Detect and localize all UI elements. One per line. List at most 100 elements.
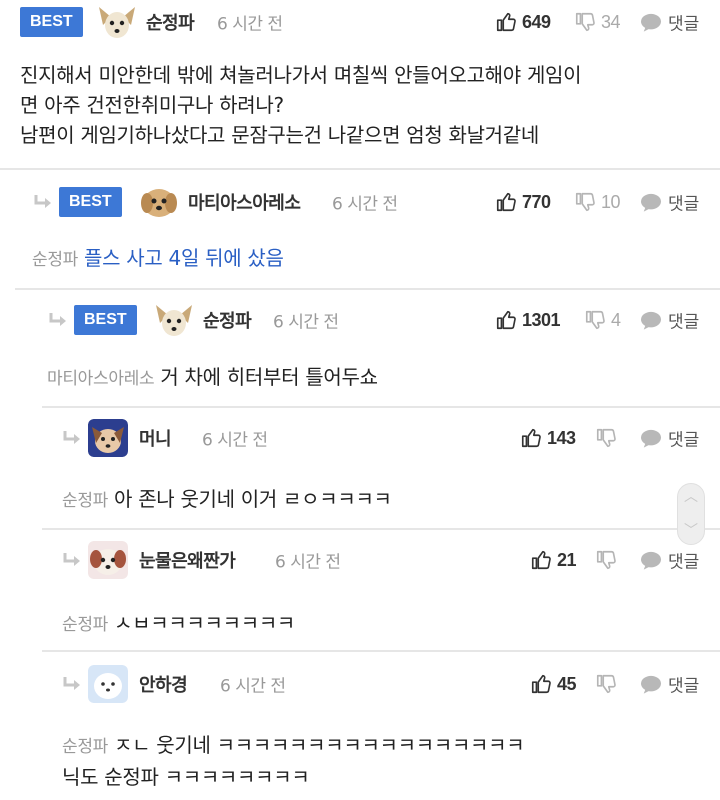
timestamp: 6 시간 전 [220, 676, 286, 697]
comment-item: BEST 마티아스아레소 6 시간 전 770 10 댓글 순정파 플스 사고 4… [0, 168, 720, 288]
upvote-count: 649 [522, 11, 551, 32]
avatar[interactable] [97, 3, 137, 41]
comment-text: ㅈㄴ 웃기네 ㅋㅋㅋㅋㅋㅋㅋㅋㅋㅋㅋㅋㅋㅋㅋㅋㅋ [114, 733, 525, 757]
comment-text: 플스 사고 4일 뒤에 샀음 [84, 246, 284, 270]
avatar[interactable] [88, 419, 128, 457]
thumbs-down-icon [595, 673, 617, 695]
reply-target[interactable]: 순정파 [62, 615, 108, 635]
reply-arrow-icon [33, 194, 53, 210]
avatar[interactable] [88, 665, 128, 703]
best-badge: BEST [20, 7, 83, 37]
author-name[interactable]: 안하경 [139, 671, 188, 697]
downvote-button[interactable] [595, 427, 617, 449]
reply-target[interactable]: 순정파 [32, 250, 78, 270]
downvote-button[interactable]: 34 [574, 11, 621, 33]
downvote-button[interactable] [595, 673, 617, 695]
timestamp: 6 시간 전 [273, 312, 339, 333]
timestamp: 6 시간 전 [217, 14, 283, 35]
chevron-down-icon[interactable]: ﹀ [684, 524, 698, 538]
comment-text: 아 존나 웃기네 이거 ㄹㅇㅋㅋㅋㅋ [114, 487, 392, 511]
thumbs-up-icon [495, 11, 517, 33]
thumbs-down-icon [584, 309, 606, 331]
thumbs-up-icon [530, 549, 552, 571]
upvote-button[interactable]: 21 [530, 549, 577, 571]
upvote-count: 21 [557, 549, 577, 570]
author-name[interactable]: 머니 [139, 425, 172, 451]
reply-arrow-icon [62, 430, 82, 446]
downvote-count: 34 [601, 11, 621, 32]
comment-item: 눈물은왜짠가 6 시간 전 21 댓글 순정파 ㅅㅂㅋㅋㅋㅋㅋㅋㅋㅋ [42, 528, 720, 650]
timestamp: 6 시간 전 [202, 430, 268, 451]
avatar[interactable] [154, 301, 194, 339]
avatar[interactable] [88, 541, 128, 579]
reply-button[interactable]: 댓글 [640, 426, 699, 451]
upvote-button[interactable]: 143 [520, 427, 576, 449]
reply-arrow-icon [62, 676, 82, 692]
divider [15, 288, 720, 290]
comment-item: 안하경 6 시간 전 45 댓글 순정파 ㅈㄴ 웃기네 ㅋㅋㅋㅋㅋㅋㅋㅋㅋㅋㅋㅋㅋ… [42, 650, 720, 800]
comment-text-line: 닉도 순정파 ㅋㅋㅋㅋㅋㅋㅋㅋ [62, 765, 310, 789]
thumbs-up-icon [495, 309, 517, 331]
reply-arrow-icon [48, 312, 68, 328]
divider [42, 650, 720, 652]
comment-text-line: 진지해서 미안한데 밖에 쳐놀러나가서 며칠씩 안들어오고해야 게임이 [20, 63, 582, 87]
reply-label: 댓글 [668, 14, 700, 35]
reply-label: 댓글 [668, 194, 700, 215]
upvote-button[interactable]: 45 [530, 673, 577, 695]
downvote-count: 4 [611, 309, 621, 330]
reply-target[interactable]: 순정파 [62, 491, 108, 511]
comment-text: ㅅㅂㅋㅋㅋㅋㅋㅋㅋㅋ [114, 611, 296, 635]
reply-button[interactable]: 댓글 [640, 672, 699, 697]
comment-item: 머니 6 시간 전 143 댓글 순정파 아 존나 웃기네 이거 ㄹㅇㅋㅋㅋㅋ [42, 406, 720, 528]
comment-text-line: 면 아주 건전한취미구나 하려나? [20, 93, 284, 117]
reply-target[interactable]: 마티아스아레소 [47, 369, 155, 389]
reply-target[interactable]: 순정파 [62, 737, 108, 757]
author-name[interactable]: 눈물은왜짠가 [139, 547, 236, 573]
speech-bubble-icon [640, 12, 662, 32]
thumbs-down-icon [595, 549, 617, 571]
thumbs-up-icon [495, 191, 517, 213]
upvote-count: 45 [557, 673, 577, 694]
thumbs-down-icon [595, 427, 617, 449]
thumbs-up-icon [520, 427, 542, 449]
upvote-button[interactable]: 649 [495, 11, 551, 33]
thumbs-up-icon [530, 673, 552, 695]
author-name[interactable]: 마티아스아레소 [188, 189, 301, 215]
reply-button[interactable]: 댓글 [640, 548, 699, 573]
chevron-up-icon[interactable]: ︿ [684, 490, 698, 504]
scroll-control[interactable]: ︿ ﹀ [677, 483, 705, 545]
speech-bubble-icon [640, 674, 662, 694]
speech-bubble-icon [640, 310, 662, 330]
reply-button[interactable]: 댓글 [640, 190, 699, 215]
reply-label: 댓글 [668, 312, 700, 333]
avatar[interactable] [139, 183, 179, 221]
thumbs-down-icon [574, 191, 596, 213]
speech-bubble-icon [640, 192, 662, 212]
downvote-button[interactable]: 4 [584, 309, 621, 331]
author-name[interactable]: 순정파 [203, 307, 252, 333]
timestamp: 6 시간 전 [332, 194, 398, 215]
thumbs-down-icon [574, 11, 596, 33]
best-badge: BEST [74, 305, 137, 335]
downvote-button[interactable]: 10 [574, 191, 621, 213]
upvote-button[interactable]: 770 [495, 191, 551, 213]
upvote-count: 1301 [522, 309, 561, 330]
downvote-button[interactable] [595, 549, 617, 571]
timestamp: 6 시간 전 [275, 552, 341, 573]
reply-label: 댓글 [668, 676, 700, 697]
reply-button[interactable]: 댓글 [640, 10, 699, 35]
reply-button[interactable]: 댓글 [640, 308, 699, 333]
downvote-count: 10 [601, 191, 621, 212]
best-badge: BEST [59, 187, 122, 217]
comment-item: BEST 순정파 6 시간 전 649 34 댓글 진지해서 미안한데 밖에 쳐… [0, 0, 720, 168]
divider [42, 406, 720, 408]
divider [42, 528, 720, 530]
reply-arrow-icon [62, 552, 82, 568]
upvote-button[interactable]: 1301 [495, 309, 561, 331]
speech-bubble-icon [640, 428, 662, 448]
reply-label: 댓글 [668, 430, 700, 451]
reply-label: 댓글 [668, 552, 700, 573]
comment-text-line: 남편이 게임기하나샀다고 문잠구는건 나같으면 엄청 화날거같네 [20, 123, 539, 147]
author-name[interactable]: 순정파 [146, 9, 195, 35]
upvote-count: 770 [522, 191, 551, 212]
